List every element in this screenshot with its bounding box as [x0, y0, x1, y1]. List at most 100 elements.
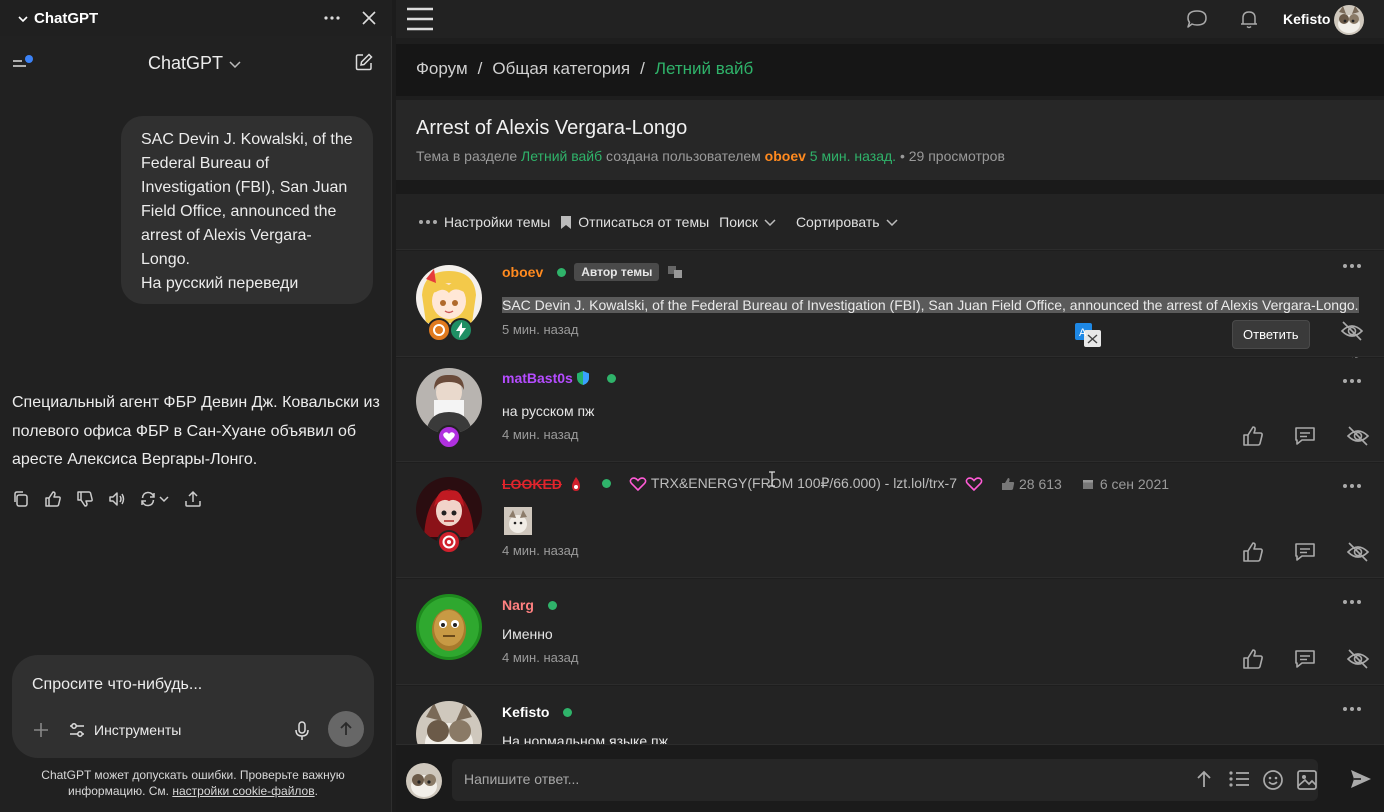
reply-icon[interactable] — [1294, 425, 1316, 447]
conversations-icon[interactable] — [1186, 9, 1208, 29]
model-selector[interactable]: ChatGPT — [148, 53, 241, 74]
tools-label: Инструменты — [94, 722, 182, 738]
heart-outline-icon — [965, 476, 983, 491]
breadcrumb-forum[interactable]: Форум — [416, 59, 468, 79]
text-cursor-icon — [769, 471, 775, 487]
bookmark-icon — [561, 215, 572, 229]
more-dots-icon[interactable] — [1342, 378, 1362, 384]
list-icon[interactable] — [1228, 769, 1250, 789]
online-indicator — [606, 373, 616, 383]
thread-created-time[interactable]: 5 мин. назад. — [806, 148, 896, 164]
online-indicator — [547, 600, 557, 610]
more-dots-icon[interactable] — [1342, 706, 1362, 712]
post-author-name[interactable]: Narg — [502, 597, 534, 613]
target-badge-icon — [437, 530, 461, 554]
hide-eye-icon[interactable] — [1346, 648, 1370, 670]
image-icon[interactable] — [1296, 769, 1318, 791]
hide-eye-icon[interactable] — [1340, 320, 1364, 342]
sort-dropdown[interactable]: Сортировать — [796, 214, 898, 230]
avatar[interactable] — [416, 701, 482, 744]
thread-views: • 29 просмотров — [896, 148, 1005, 164]
post-time[interactable]: 5 мин. назад — [502, 322, 578, 337]
regenerate-icon[interactable] — [140, 490, 170, 508]
like-icon[interactable] — [1242, 648, 1264, 670]
chatgpt-panel: ChatGPT ChatGPT SAC Devin J. Kowalski, o… — [0, 0, 392, 812]
new-chat-icon[interactable] — [355, 53, 373, 71]
more-dots-icon[interactable] — [1342, 599, 1362, 605]
thread-settings-button[interactable]: Настройки темы — [418, 214, 550, 230]
thread-header: Arrest of Alexis Vergara-Longo Тема в ра… — [396, 100, 1384, 180]
arrow-up-icon — [340, 721, 352, 735]
thread-meta: Тема в разделе Летний вайб создана польз… — [416, 148, 1005, 164]
translate-icon[interactable] — [667, 265, 683, 279]
thread-settings-label: Настройки темы — [444, 214, 551, 230]
thread-section-link[interactable]: Летний вайб — [521, 148, 602, 164]
microphone-icon[interactable] — [294, 721, 310, 741]
post-text: на русском пж — [502, 403, 595, 419]
sidebar-toggle-icon[interactable] — [12, 54, 34, 72]
tools-button[interactable]: Инструменты — [68, 721, 181, 739]
search-dropdown[interactable]: Поиск — [719, 214, 776, 230]
divider — [396, 180, 1384, 194]
post-author-name[interactable]: LOOKED — [502, 476, 562, 492]
breadcrumb-summer-vibe[interactable]: Летний вайб — [655, 59, 753, 79]
disclaimer: ChatGPT может допускать ошибки. Проверьт… — [12, 767, 374, 799]
more-options-icon[interactable] — [322, 8, 342, 28]
post-author-row: oboev Автор темы — [502, 263, 683, 281]
send-button[interactable] — [328, 711, 364, 747]
close-icon[interactable] — [359, 8, 379, 28]
unsubscribe-button[interactable]: Отписаться от темы — [560, 214, 709, 230]
reply-input[interactable]: Напишите ответ... — [452, 759, 1318, 801]
share-icon[interactable] — [184, 490, 202, 508]
post-author-row: LOOKED TRX&ENERGY(FROM 100₽/66.000) - lz… — [502, 475, 1169, 492]
sticker-image[interactable] — [504, 507, 532, 535]
post-time[interactable]: 4 мин. назад — [502, 543, 578, 558]
avatar[interactable] — [416, 594, 482, 660]
arrow-up-icon[interactable] — [1194, 769, 1214, 789]
breadcrumb-general-category[interactable]: Общая категория — [492, 59, 630, 79]
current-user-avatar[interactable] — [1334, 5, 1364, 35]
copy-icon[interactable] — [12, 490, 30, 508]
post-time[interactable]: 4 мин. назад — [502, 650, 578, 665]
breadcrumb-separator: / — [640, 59, 645, 78]
hide-eye-icon[interactable] — [1346, 541, 1370, 563]
lightning-badge-icon — [449, 318, 473, 342]
svg-text:A: A — [1079, 327, 1087, 339]
bell-icon[interactable] — [1239, 9, 1259, 29]
reply-icon[interactable] — [1294, 648, 1316, 670]
emoji-icon[interactable] — [1262, 769, 1284, 791]
chatgpt-window-title[interactable]: ChatGPT — [18, 10, 98, 27]
thumbs-down-icon[interactable] — [76, 490, 94, 508]
assistant-message: Специальный агент ФБР Девин Дж. Ковальск… — [12, 394, 380, 468]
current-username[interactable]: Kefisto — [1283, 11, 1330, 27]
thread-author-link[interactable]: oboev — [765, 148, 806, 164]
online-indicator — [563, 707, 573, 717]
cookie-settings-link[interactable]: настройки cookie-файлов — [172, 784, 314, 798]
like-icon[interactable] — [1242, 541, 1264, 563]
more-dots-icon — [419, 220, 437, 224]
thumbs-up-icon[interactable] — [44, 490, 62, 508]
online-indicator — [601, 479, 611, 488]
send-icon[interactable] — [1350, 769, 1372, 789]
add-attachment-icon[interactable] — [32, 721, 50, 739]
post-time[interactable]: 4 мин. назад — [502, 427, 578, 442]
forum-page: Kefisto Форум / Общая категория / Летний… — [396, 0, 1384, 812]
breadcrumb-separator: / — [477, 59, 483, 78]
post-author-name[interactable]: oboev — [502, 264, 543, 280]
hamburger-menu-icon[interactable] — [406, 6, 434, 32]
translate-popup-icon[interactable]: A — [1074, 322, 1102, 348]
calendar-icon — [1082, 479, 1093, 489]
more-dots-icon[interactable] — [1342, 263, 1362, 269]
reply-bar: Напишите ответ... — [396, 744, 1384, 812]
read-aloud-icon[interactable] — [108, 490, 126, 508]
user-joined-date: 6 сен 2021 — [1099, 475, 1170, 492]
post-author-name[interactable]: Kefisto — [502, 704, 549, 720]
post-author-name[interactable]: matBast0s — [502, 370, 573, 386]
reply-icon[interactable] — [1294, 541, 1316, 563]
reply-tooltip[interactable]: Ответить — [1232, 320, 1310, 349]
thumb-icon — [1001, 477, 1015, 490]
like-icon[interactable] — [1242, 425, 1264, 447]
more-dots-icon[interactable] — [1342, 483, 1362, 489]
prompt-input[interactable]: Спросите что-нибудь... — [32, 676, 202, 694]
hide-eye-icon[interactable] — [1346, 425, 1370, 447]
